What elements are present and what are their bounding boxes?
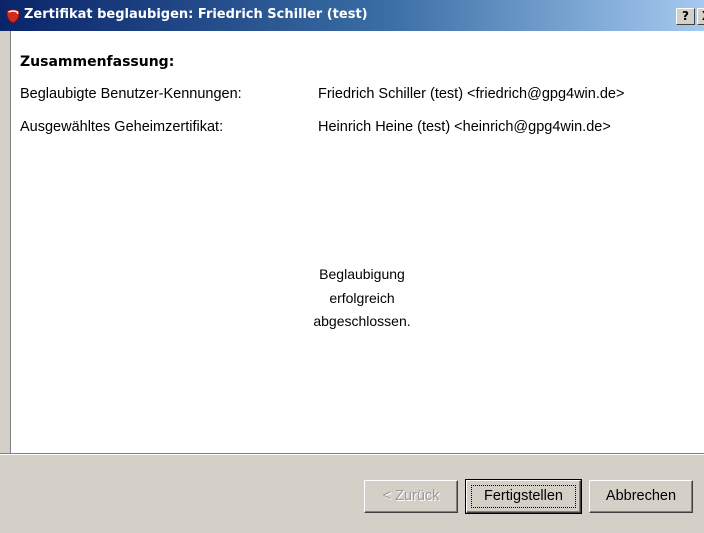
help-button[interactable]: ? bbox=[676, 8, 695, 25]
status-message: Beglaubigung erfolgreich abgeschlossen. bbox=[250, 263, 474, 334]
status-line: Beglaubigung bbox=[319, 266, 405, 282]
finish-button[interactable]: Fertigstellen bbox=[465, 479, 582, 514]
title-bar[interactable]: Zertifikat beglaubigen: Friedrich Schill… bbox=[0, 0, 704, 31]
close-button[interactable]: X bbox=[697, 8, 704, 25]
secret-certificate-label: Ausgewähltes Geheimzertifikat: bbox=[20, 119, 224, 135]
window-title: Zertifikat beglaubigen: Friedrich Schill… bbox=[24, 7, 368, 22]
status-line: erfolgreich bbox=[329, 289, 395, 306]
status-line: abgeschlossen. bbox=[313, 313, 411, 329]
secret-certificate-value: Heinrich Heine (test) <heinrich@gpg4win.… bbox=[318, 119, 611, 135]
certified-user-ids-value: Friedrich Schiller (test) <friedrich@gpg… bbox=[318, 86, 625, 102]
cancel-button[interactable]: Abbrechen bbox=[589, 480, 693, 513]
back-button[interactable]: < Zurück bbox=[364, 480, 458, 513]
kleopatra-certificate-icon bbox=[5, 8, 21, 24]
button-separator bbox=[0, 453, 704, 455]
summary-heading: Zusammenfassung: bbox=[20, 54, 175, 70]
certified-user-ids-label: Beglaubigte Benutzer-Kennungen: bbox=[20, 86, 242, 102]
